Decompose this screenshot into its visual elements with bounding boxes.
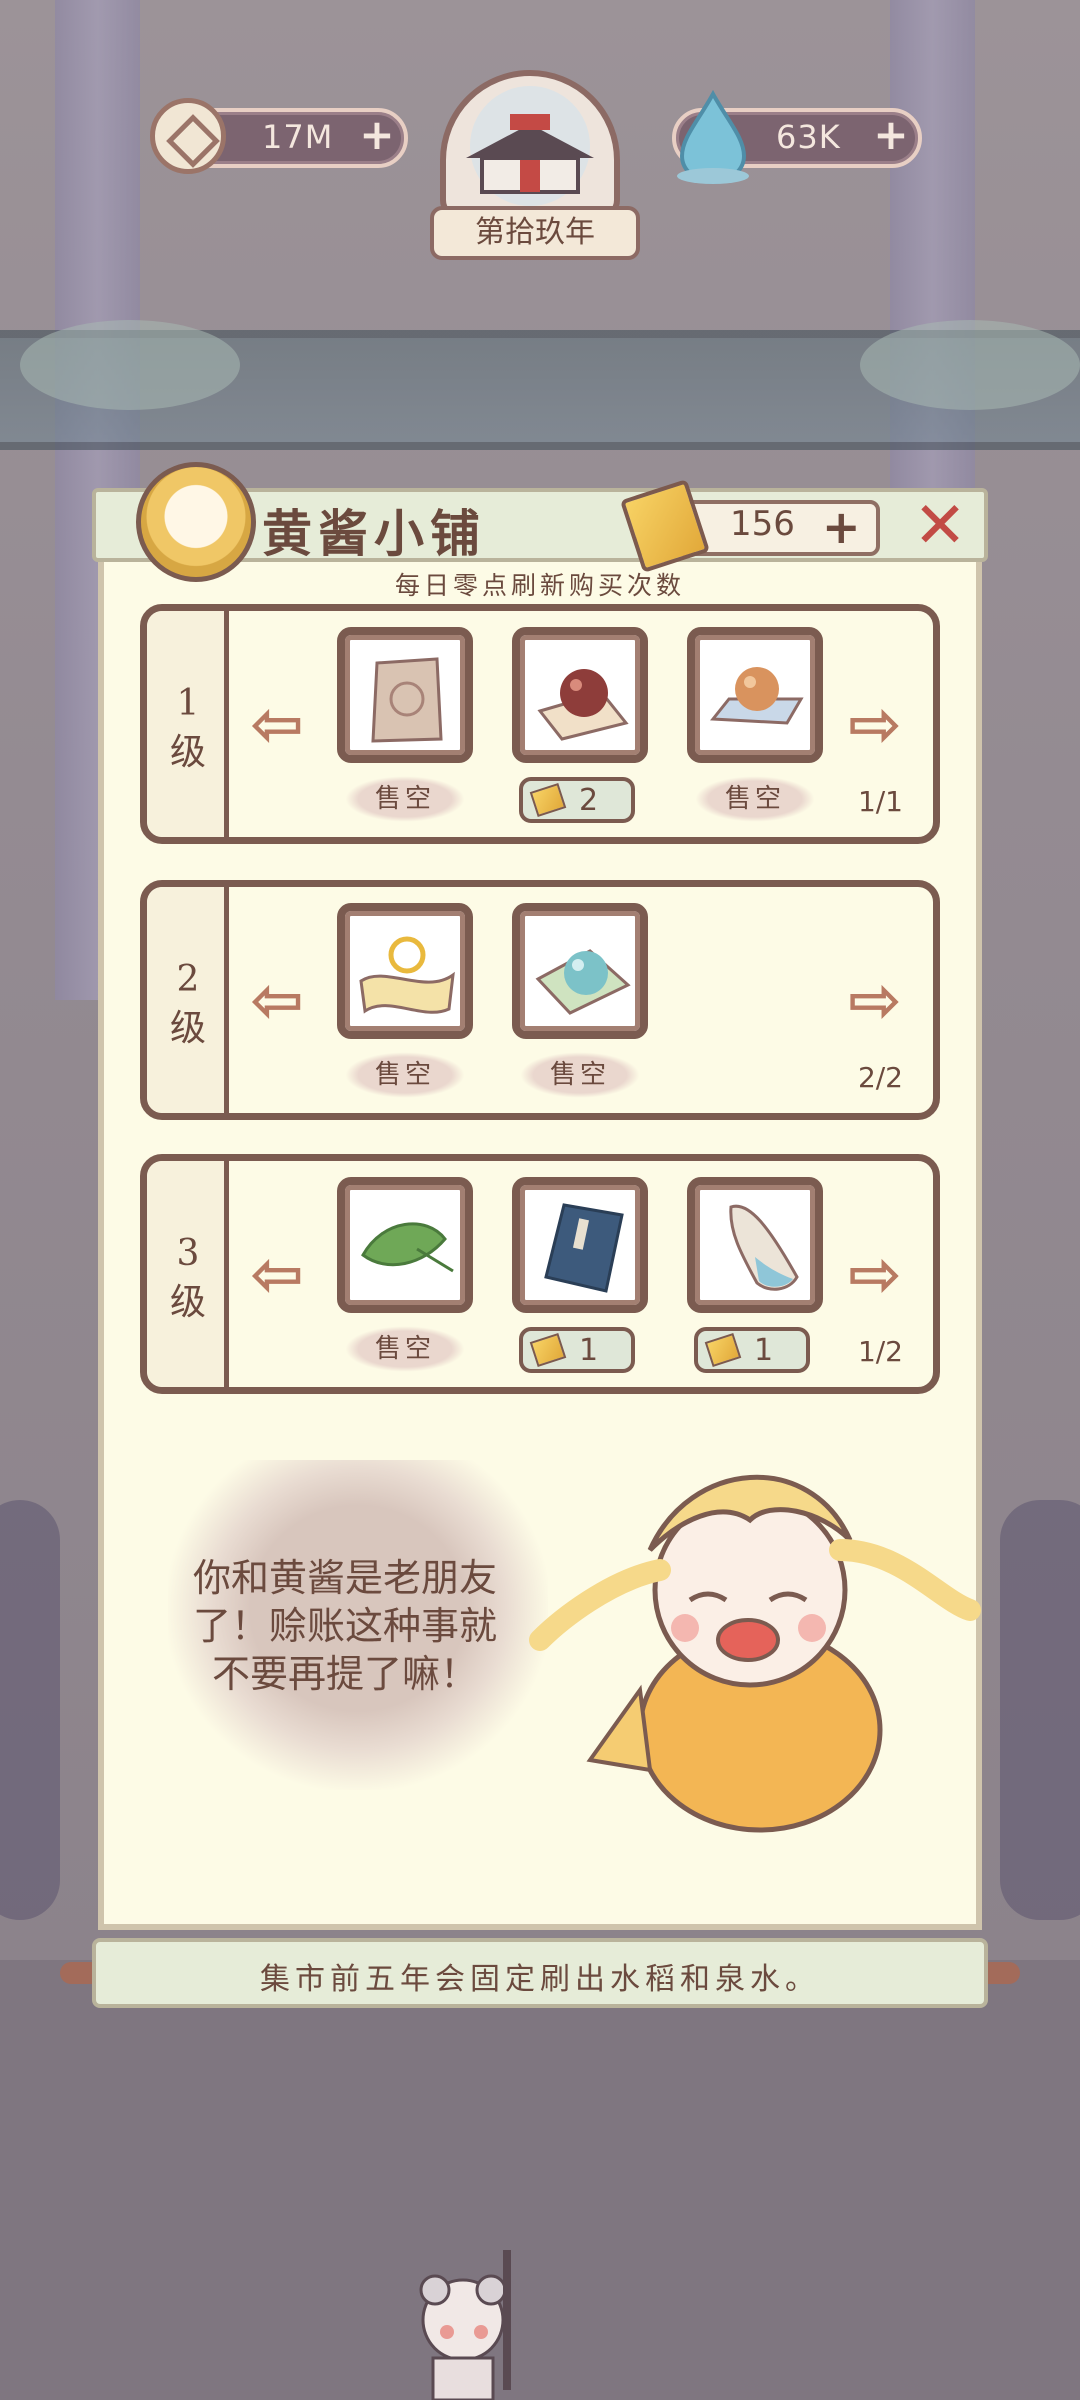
ticket-icon: [704, 1333, 742, 1367]
background-cloud: [860, 320, 1080, 410]
coin-icon: [150, 98, 226, 174]
water-value: 63K: [776, 118, 841, 156]
price-tag: 1: [519, 1327, 635, 1373]
price-value: 2: [579, 783, 599, 818]
add-tickets-button[interactable]: +: [822, 500, 861, 554]
prev-arrow-button[interactable]: ⇦: [239, 969, 315, 1033]
sold-out-label: 售空: [695, 776, 815, 822]
shop-item-slot[interactable]: [687, 627, 823, 763]
sold-out-label: 售空: [345, 1052, 465, 1098]
shop-item-slot[interactable]: [337, 903, 473, 1039]
background-pattern: [0, 1500, 60, 1920]
tier-label: 2 级: [147, 887, 229, 1113]
add-water-button[interactable]: +: [870, 114, 912, 156]
sold-out-label: 售空: [345, 776, 465, 822]
pavilion-icon: [466, 86, 594, 206]
ticket-icon: [529, 1333, 567, 1367]
shopkeeper-avatar: [136, 462, 256, 582]
flask-icon: [729, 1204, 799, 1291]
pavilion-emblem[interactable]: [440, 70, 620, 220]
shop-item-slot[interactable]: [512, 1177, 648, 1313]
close-button[interactable]: ✕: [908, 494, 972, 560]
background-floor: [0, 1960, 1080, 2400]
tier-page-indicator: 2/2: [857, 1061, 903, 1094]
refresh-note: 每日零点刷新购买次数: [394, 571, 685, 600]
coin-value: 17M: [262, 118, 334, 156]
tier-2-row: 2 级 ⇦ 售空 售空 ⇨ 2/2: [140, 880, 940, 1120]
tier-page-indicator: 1/2: [857, 1335, 903, 1368]
tier-level-number: 2: [176, 959, 200, 1000]
shopkeeper-mascot: [529, 1475, 981, 1833]
year-label: 第拾玖年: [430, 206, 640, 260]
tier-page-indicator: 1/1: [857, 785, 903, 818]
water-drop-icon: [677, 89, 749, 184]
ticket-count: 156: [730, 504, 795, 544]
golden-scroll-icon: [359, 936, 455, 1014]
tier-level-suffix: 级: [169, 1008, 206, 1049]
tier-level-number: 3: [176, 1233, 200, 1274]
shop-item-slot[interactable]: [687, 1177, 823, 1313]
footer-tip: 集市前五年会固定刷出水稻和泉水。: [260, 1962, 820, 1997]
shop-item-slot[interactable]: [337, 1177, 473, 1313]
red-pill-icon: [537, 669, 629, 741]
leaf-icon: [361, 1222, 454, 1273]
add-coins-button[interactable]: +: [356, 114, 398, 156]
tier-label: 1 级: [147, 611, 229, 837]
shopkeeper-dialogue: 你和黄酱是老朋友了！赊账这种事就不要再提了嘛！: [192, 1556, 497, 1696]
price-value: 1: [754, 1333, 774, 1368]
sold-out-label: 售空: [345, 1326, 465, 1372]
next-arrow-button[interactable]: ⇨: [837, 693, 913, 757]
background-pattern: [1000, 1500, 1080, 1920]
tier-label: 3 级: [147, 1161, 229, 1387]
shop-item-slot[interactable]: [512, 903, 648, 1039]
tier-3-row: 3 级 ⇦ 售空 1 1 ⇨ 1/2: [140, 1154, 940, 1394]
shop-item-slot[interactable]: [512, 627, 648, 763]
prev-arrow-button[interactable]: ⇦: [239, 693, 315, 757]
tier-1-row: 1 级 ⇦ 售空 2 售空 ⇨ 1/1: [140, 604, 940, 844]
prev-arrow-button[interactable]: ⇦: [239, 1243, 315, 1307]
tier-level-suffix: 级: [169, 1282, 206, 1323]
next-arrow-button[interactable]: ⇨: [837, 1243, 913, 1307]
tier-level-number: 1: [176, 683, 200, 724]
sold-out-label: 售空: [520, 1052, 640, 1098]
paper-pouch-icon: [371, 657, 443, 743]
tier-level-suffix: 级: [169, 732, 206, 773]
jade-bead-icon: [535, 949, 631, 1015]
shop-item-slot[interactable]: [337, 627, 473, 763]
price-tag: 1: [694, 1327, 810, 1373]
book-icon: [544, 1203, 624, 1293]
next-arrow-button[interactable]: ⇨: [837, 969, 913, 1033]
background-cloud: [20, 320, 240, 410]
ticket-icon: [529, 783, 567, 817]
orange-pill-icon: [710, 667, 804, 725]
price-tag: 2: [519, 777, 635, 823]
player-character[interactable]: [405, 2250, 525, 2400]
shop-title: 黄酱小铺: [262, 504, 486, 563]
price-value: 1: [579, 1333, 599, 1368]
